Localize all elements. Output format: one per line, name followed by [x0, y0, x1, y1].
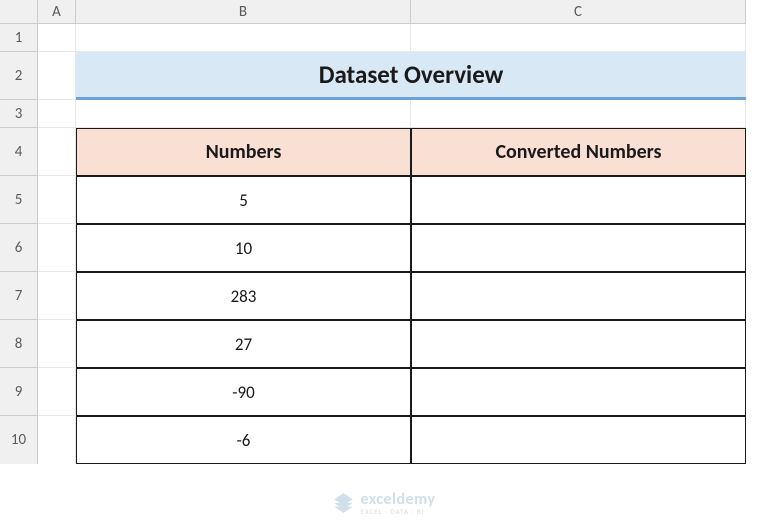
row-header-3[interactable]: 3: [0, 100, 38, 128]
cell-b7[interactable]: 283: [76, 272, 411, 320]
cell-a10[interactable]: [38, 416, 76, 464]
cell-a5[interactable]: [38, 176, 76, 224]
cell-c3[interactable]: [411, 100, 746, 128]
cell-a6[interactable]: [38, 224, 76, 272]
cell-a9[interactable]: [38, 368, 76, 416]
cell-c6[interactable]: [411, 224, 746, 272]
row-header-4[interactable]: 4: [0, 128, 38, 176]
row-header-9[interactable]: 9: [0, 368, 38, 416]
watermark: exceldemy EXCEL · DATA · BI: [333, 490, 436, 516]
cell-a2[interactable]: [38, 52, 76, 100]
logo-icon: [333, 492, 355, 514]
row-header-7[interactable]: 7: [0, 272, 38, 320]
watermark-name: exceldemy: [361, 490, 436, 509]
col-header-b[interactable]: B: [76, 0, 411, 24]
cell-a4[interactable]: [38, 128, 76, 176]
col-header-a[interactable]: A: [38, 0, 76, 24]
table-header-converted[interactable]: Converted Numbers: [411, 128, 746, 176]
select-all-corner[interactable]: [0, 0, 38, 24]
cell-a1[interactable]: [38, 24, 76, 52]
row-header-8[interactable]: 8: [0, 320, 38, 368]
cell-b10[interactable]: -6: [76, 416, 411, 464]
cell-b6[interactable]: 10: [76, 224, 411, 272]
cell-b1[interactable]: [76, 24, 411, 52]
cell-c9[interactable]: [411, 368, 746, 416]
title-cell[interactable]: Dataset Overview: [76, 52, 746, 100]
cell-c1[interactable]: [411, 24, 746, 52]
table-header-numbers[interactable]: Numbers: [76, 128, 411, 176]
cell-a3[interactable]: [38, 100, 76, 128]
cell-c8[interactable]: [411, 320, 746, 368]
cell-b5[interactable]: 5: [76, 176, 411, 224]
row-header-6[interactable]: 6: [0, 224, 38, 272]
cell-a7[interactable]: [38, 272, 76, 320]
row-header-10[interactable]: 10: [0, 416, 38, 464]
col-header-c[interactable]: C: [411, 0, 746, 24]
cell-c10[interactable]: [411, 416, 746, 464]
spreadsheet-grid: A B C 1 2 Dataset Overview 3 4 Numbers C…: [0, 0, 768, 464]
row-header-5[interactable]: 5: [0, 176, 38, 224]
cell-b8[interactable]: 27: [76, 320, 411, 368]
cell-a8[interactable]: [38, 320, 76, 368]
cell-b9[interactable]: -90: [76, 368, 411, 416]
row-header-2[interactable]: 2: [0, 52, 38, 100]
cell-c7[interactable]: [411, 272, 746, 320]
cell-b3[interactable]: [76, 100, 411, 128]
row-header-1[interactable]: 1: [0, 24, 38, 52]
watermark-sub: EXCEL · DATA · BI: [361, 507, 436, 516]
cell-c5[interactable]: [411, 176, 746, 224]
